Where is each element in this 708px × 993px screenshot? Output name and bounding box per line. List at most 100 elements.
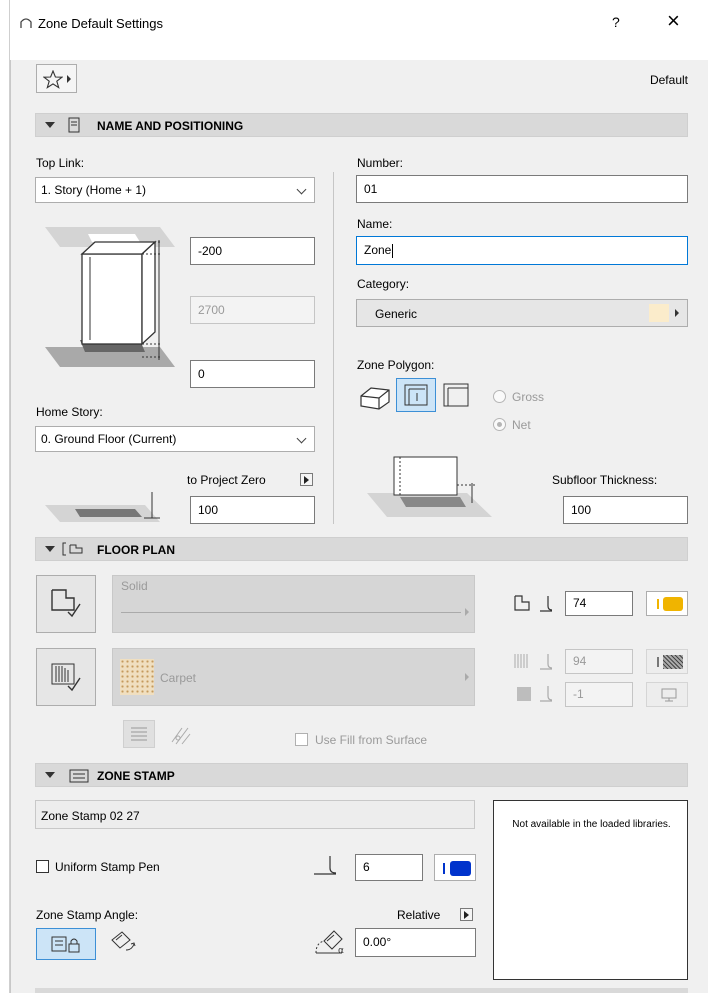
- stamp-angle-input[interactable]: 0.00°: [355, 928, 476, 957]
- section-title: FLOOR PLAN: [97, 543, 175, 557]
- fill-type-button[interactable]: [36, 648, 96, 706]
- background-pen-color[interactable]: [646, 682, 688, 707]
- subfloor-label: Subfloor Thickness:: [552, 473, 658, 487]
- home-story-select[interactable]: 0. Ground Floor (Current): [35, 426, 315, 452]
- background-pen-icon: [517, 687, 531, 701]
- stamp-pen-color[interactable]: [434, 854, 476, 881]
- background-pen-input[interactable]: -1: [565, 682, 633, 707]
- hatch-lines-icon: [131, 727, 147, 741]
- chevron-right-icon: [465, 608, 469, 616]
- rotated-text-icon[interactable]: [108, 930, 138, 954]
- height-input[interactable]: 2700: [190, 296, 315, 324]
- top-link-select[interactable]: 1. Story (Home + 1): [35, 177, 315, 203]
- zone-height-diagram: [45, 227, 175, 367]
- section-floor-plan[interactable]: FLOOR PLAN: [35, 537, 688, 561]
- section-name-positioning[interactable]: NAME AND POSITIONING: [35, 113, 688, 137]
- contour-pen-input[interactable]: 74: [565, 591, 633, 616]
- carpet-fill-swatch: [120, 659, 154, 695]
- polygon-3d-icon[interactable]: [357, 382, 393, 412]
- project-zero-input[interactable]: 100: [190, 496, 315, 524]
- pen-weight-mark: [443, 863, 445, 874]
- polygon-gross-net-button[interactable]: [396, 378, 436, 412]
- chevron-right-icon: [465, 673, 469, 681]
- relative-options-button[interactable]: [460, 908, 473, 921]
- to-project-zero-label: to Project Zero: [187, 473, 266, 487]
- gross-radio[interactable]: [493, 390, 506, 403]
- home-story-value: 0. Ground Floor (Current): [41, 432, 177, 446]
- star-icon: [43, 70, 63, 89]
- text-lock-icon: [51, 936, 80, 953]
- monitor-icon: [661, 688, 677, 702]
- top-link-value: 1. Story (Home + 1): [41, 183, 147, 197]
- collapse-icon: [45, 546, 55, 552]
- stamp-name-field[interactable]: Zone Stamp 02 27: [35, 800, 475, 829]
- contour-icon: [51, 589, 81, 618]
- svg-text:α: α: [338, 946, 344, 956]
- category-label: Category:: [357, 277, 410, 291]
- preset-label: Default: [649, 73, 688, 87]
- pen-weight-mark: [657, 599, 659, 609]
- fill-pen-input[interactable]: 94: [565, 649, 633, 674]
- name-value: Zone: [364, 243, 392, 257]
- collapse-icon: [45, 772, 55, 778]
- category-color-swatch: [649, 304, 669, 322]
- section-title: NAME AND POSITIONING: [97, 119, 244, 133]
- name-input[interactable]: Zone: [356, 236, 688, 265]
- pen-color-swatch: [450, 861, 471, 876]
- top-link-label: Top Link:: [36, 156, 85, 170]
- next-section-header: [35, 988, 688, 993]
- contour-line-button[interactable]: [36, 575, 96, 633]
- collapse-icon: [45, 122, 55, 128]
- pen-icon: [540, 654, 553, 670]
- pen-weight-mark: [657, 657, 659, 667]
- category-value: Generic: [375, 307, 418, 321]
- subfloor-diagram: [367, 456, 492, 517]
- chevron-down-icon: [296, 184, 307, 195]
- favorites-button[interactable]: [36, 64, 77, 93]
- subfloor-input[interactable]: 100: [563, 496, 688, 524]
- distorted-fill-icon[interactable]: [168, 724, 194, 746]
- net-radio[interactable]: [493, 418, 506, 431]
- window-title: Zone Default Settings: [38, 16, 164, 31]
- gross-label: Gross: [512, 390, 545, 404]
- section-zone-stamp[interactable]: ZONE STAMP: [35, 763, 688, 787]
- chevron-down-icon: [296, 433, 307, 444]
- fill-type-selector[interactable]: Carpet: [112, 648, 475, 706]
- help-button[interactable]: ?: [612, 14, 620, 30]
- background-app-strip: [0, 0, 10, 993]
- app-icon: [19, 16, 33, 33]
- stamp-pen-input[interactable]: 6: [355, 854, 423, 881]
- project-zero-diagram: [45, 492, 160, 522]
- line-type-value: Solid: [121, 579, 148, 593]
- use-fill-from-surface-label: Use Fill from Surface: [315, 733, 428, 747]
- number-input[interactable]: 01: [356, 175, 688, 203]
- fill-orientation-button[interactable]: [123, 720, 155, 748]
- fill-pen-color[interactable]: [646, 649, 688, 674]
- top-offset-input[interactable]: -200: [190, 237, 315, 265]
- reference-level-button[interactable]: [300, 473, 313, 486]
- uniform-stamp-pen-label: Uniform Stamp Pen: [55, 860, 160, 874]
- name-label: Name:: [357, 217, 393, 231]
- chevron-right-icon: [675, 309, 679, 317]
- uniform-stamp-pen-checkbox[interactable]: [36, 860, 49, 873]
- close-button[interactable]: ×: [667, 10, 680, 32]
- line-type-selector[interactable]: Solid: [112, 575, 475, 633]
- fill-type-value: Carpet: [160, 671, 197, 685]
- bottom-offset-input[interactable]: 0: [190, 360, 315, 388]
- home-story-label: Home Story:: [36, 405, 103, 419]
- fixed-angle-button[interactable]: [36, 928, 96, 960]
- pen-color-swatch: [663, 597, 683, 611]
- polygon-outline-icon[interactable]: [442, 382, 472, 410]
- use-fill-from-surface-checkbox[interactable]: [295, 733, 308, 746]
- contour-pen-color[interactable]: [646, 591, 688, 616]
- name-tag-icon: [68, 117, 80, 133]
- column-divider: [333, 172, 334, 524]
- contour-pen-icon: [514, 595, 530, 611]
- chevron-right-icon: [67, 75, 71, 83]
- preview-message: Not available in the loaded libraries.: [512, 819, 671, 830]
- text-cursor: [392, 243, 394, 258]
- fill-icon: [51, 663, 81, 692]
- stamp-icon: [69, 769, 89, 783]
- line-preview: [121, 612, 461, 613]
- category-select[interactable]: Generic: [356, 299, 688, 327]
